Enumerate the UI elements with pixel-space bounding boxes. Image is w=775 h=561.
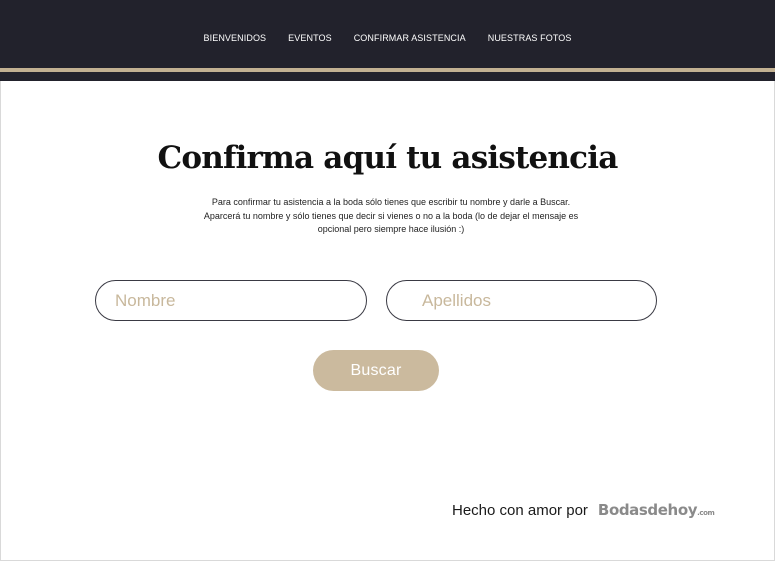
page-title: Confirma aquí tu asistencia [157,140,618,176]
first-name-input[interactable] [95,280,367,321]
last-name-input[interactable] [386,280,657,321]
header-bar: BIENVENIDOS EVENTOS CONFIRMAR ASISTENCIA… [0,0,775,81]
brand-suffix: .com [697,509,715,517]
main-nav: BIENVENIDOS EVENTOS CONFIRMAR ASISTENCIA… [0,33,775,44]
brand-name: Bodasdehoy [597,501,698,519]
footer: Hecho con amor por Bodasdehoy.com [452,501,715,519]
nav-item-bienvenidos[interactable]: BIENVENIDOS [193,33,278,44]
page-description: Para confirmar tu asistencia a la boda s… [203,197,579,234]
nav-item-nuestras-fotos[interactable]: NUESTRAS FOTOS [477,33,583,44]
nav-item-eventos[interactable]: EVENTOS [277,33,343,44]
header-dark-stripe [0,72,775,81]
nav-item-confirmar-asistencia[interactable]: CONFIRMAR ASISTENCIA [343,33,477,44]
brand-logo-link[interactable]: Bodasdehoy.com [598,501,715,519]
search-button[interactable]: Buscar [313,350,439,391]
footer-text: Hecho con amor por [452,502,588,519]
